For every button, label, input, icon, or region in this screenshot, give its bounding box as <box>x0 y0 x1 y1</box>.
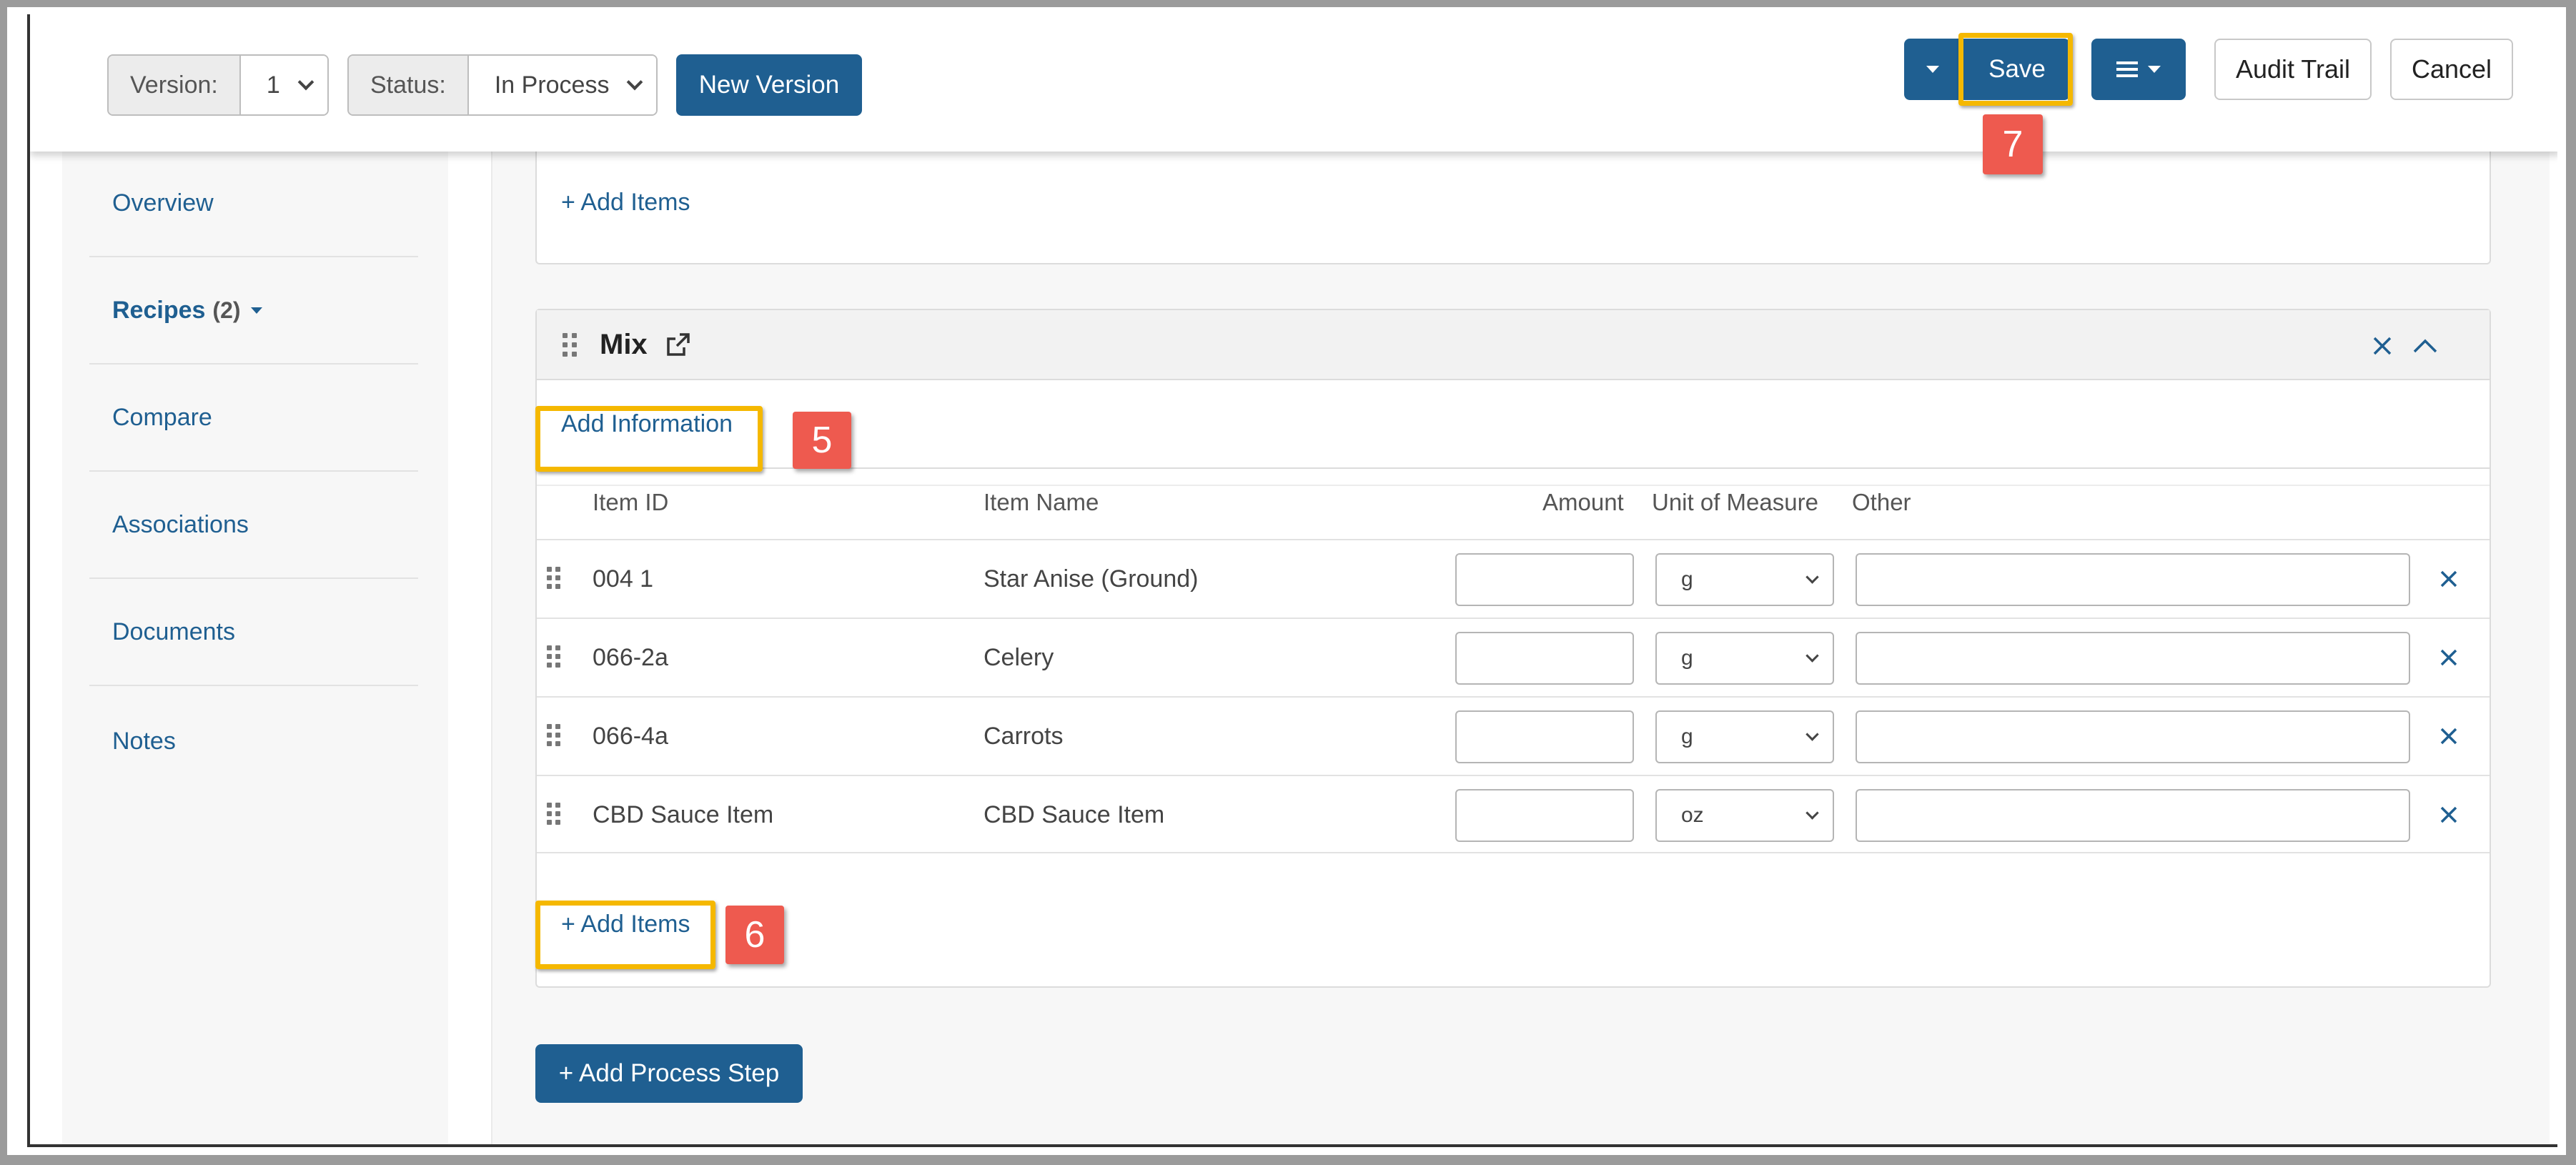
item-name: Star Anise (Ground) <box>984 565 1199 593</box>
sidebar-item-documents[interactable]: Documents <box>89 579 418 686</box>
chevron-down-icon <box>1805 727 1819 741</box>
version-label: Version: <box>109 56 241 114</box>
caret-down-icon <box>2148 66 2161 73</box>
item-id: 066-4a <box>593 722 668 750</box>
version-select[interactable]: Version: 1 <box>107 54 329 116</box>
more-menu-button[interactable] <box>2091 39 2186 100</box>
drag-handle-icon[interactable] <box>563 333 578 357</box>
remove-row-icon[interactable] <box>2434 800 2463 829</box>
step-badge: 7 <box>1983 114 2043 174</box>
caret-down-icon <box>1926 66 1939 73</box>
amount-input[interactable] <box>1455 710 1634 763</box>
cancel-button[interactable]: Cancel <box>2390 39 2513 100</box>
status-select[interactable]: Status: In Process <box>347 54 658 116</box>
add-items-link[interactable]: + Add Items <box>561 189 690 217</box>
chevron-down-icon <box>1805 648 1819 663</box>
sidebar-item-recipes[interactable]: Recipes (2) <box>89 257 418 365</box>
chevron-down-icon <box>297 74 314 91</box>
drag-handle-icon[interactable] <box>547 567 563 591</box>
menu-icon <box>2116 61 2138 77</box>
sidebar-item-label: Associations <box>112 510 249 538</box>
item-name: CBD Sauce Item <box>984 800 1165 828</box>
table-row: 066-4a Carrots g <box>537 696 2490 775</box>
table-row: CBD Sauce Item CBD Sauce Item oz <box>537 775 2490 853</box>
window-frame: Overview Recipes (2) Compare Associations… <box>0 0 2576 1165</box>
add-process-step-button[interactable]: + Add Process Step <box>535 1044 803 1103</box>
sidebar-item-label: Overview <box>112 189 214 217</box>
highlight-save <box>1958 33 2073 106</box>
mix-step-card: Mix Add Information Item ID Item Name Am… <box>535 309 2491 988</box>
item-name: Celery <box>984 643 1054 671</box>
column-header-item-name: Item Name <box>984 489 1099 515</box>
remove-row-icon[interactable] <box>2434 643 2463 672</box>
other-input[interactable] <box>1856 789 2410 842</box>
other-input[interactable] <box>1856 553 2410 606</box>
highlight-add-items <box>535 901 715 969</box>
main-content: + Add Items Mix Add Information Item ID … <box>491 136 2550 1144</box>
column-header-amount: Amount <box>1542 489 1624 515</box>
remove-row-icon[interactable] <box>2434 722 2463 750</box>
step-badge: 6 <box>725 906 784 964</box>
unit-of-measure-select[interactable]: g <box>1655 710 1834 763</box>
drag-handle-icon[interactable] <box>547 645 563 670</box>
column-header-other: Other <box>1852 489 1911 515</box>
amount-input[interactable] <box>1455 789 1634 842</box>
drag-handle-icon[interactable] <box>547 724 563 748</box>
amount-input[interactable] <box>1455 632 1634 685</box>
mix-step-header: Mix <box>537 310 2490 380</box>
chevron-down-icon <box>626 74 643 91</box>
status-label: Status: <box>349 56 469 114</box>
item-id: CBD Sauce Item <box>593 800 774 828</box>
sidebar-item-notes[interactable]: Notes <box>89 688 418 795</box>
unit-of-measure-select[interactable]: oz <box>1655 789 1834 842</box>
item-id: 066-2a <box>593 643 668 671</box>
other-input[interactable] <box>1856 710 2410 763</box>
status-value: In Process <box>494 71 610 99</box>
save-options-dropdown[interactable] <box>1904 39 1961 100</box>
step-title: Mix <box>600 329 648 360</box>
audit-trail-button[interactable]: Audit Trail <box>2214 39 2372 100</box>
sidebar-item-compare[interactable]: Compare <box>89 365 418 472</box>
column-header-unit-of-measure: Unit of Measure <box>1652 489 1818 515</box>
unit-of-measure-select[interactable]: g <box>1655 553 1834 606</box>
caret-down-icon <box>250 307 262 314</box>
unit-of-measure-select[interactable]: g <box>1655 632 1834 685</box>
sidebar-item-associations[interactable]: Associations <box>89 472 418 579</box>
step-badge: 5 <box>793 412 851 469</box>
amount-input[interactable] <box>1455 553 1634 606</box>
close-icon[interactable] <box>2372 336 2392 356</box>
uom-value: g <box>1681 725 1693 748</box>
previous-step-card: + Add Items <box>535 136 2491 264</box>
external-link-icon[interactable] <box>665 332 691 357</box>
other-input[interactable] <box>1856 632 2410 685</box>
recipes-count: (2) <box>212 297 241 323</box>
sidebar-item-label: Compare <box>112 403 212 431</box>
sidebar-item-label: Documents <box>112 618 235 645</box>
divider <box>537 485 2490 486</box>
new-version-button[interactable]: New Version <box>676 54 862 116</box>
top-toolbar: Version: 1 Status: In Process New Versio… <box>30 14 2557 174</box>
version-value: 1 <box>266 71 280 99</box>
sidebar-nav: Overview Recipes (2) Compare Associations… <box>62 150 448 1144</box>
item-name: Carrots <box>984 722 1064 750</box>
chevron-up-icon[interactable] <box>2412 337 2438 355</box>
highlight-add-information <box>535 406 763 472</box>
uom-value: g <box>1681 646 1693 670</box>
sidebar-item-overview[interactable]: Overview <box>89 150 418 257</box>
uom-value: g <box>1681 567 1693 591</box>
table-row: 004 1 Star Anise (Ground) g <box>537 539 2490 618</box>
sidebar-item-label: Notes <box>112 727 176 755</box>
uom-value: oz <box>1681 803 1704 827</box>
item-id: 004 1 <box>593 565 654 593</box>
sidebar-item-label: Recipes <box>112 296 206 324</box>
chevron-down-icon <box>1805 805 1819 820</box>
column-header-item-id: Item ID <box>593 489 669 515</box>
drag-handle-icon[interactable] <box>547 803 563 827</box>
app-window: Overview Recipes (2) Compare Associations… <box>27 14 2557 1147</box>
remove-row-icon[interactable] <box>2434 565 2463 593</box>
chevron-down-icon <box>1805 570 1819 584</box>
table-row: 066-2a Celery g <box>537 618 2490 696</box>
